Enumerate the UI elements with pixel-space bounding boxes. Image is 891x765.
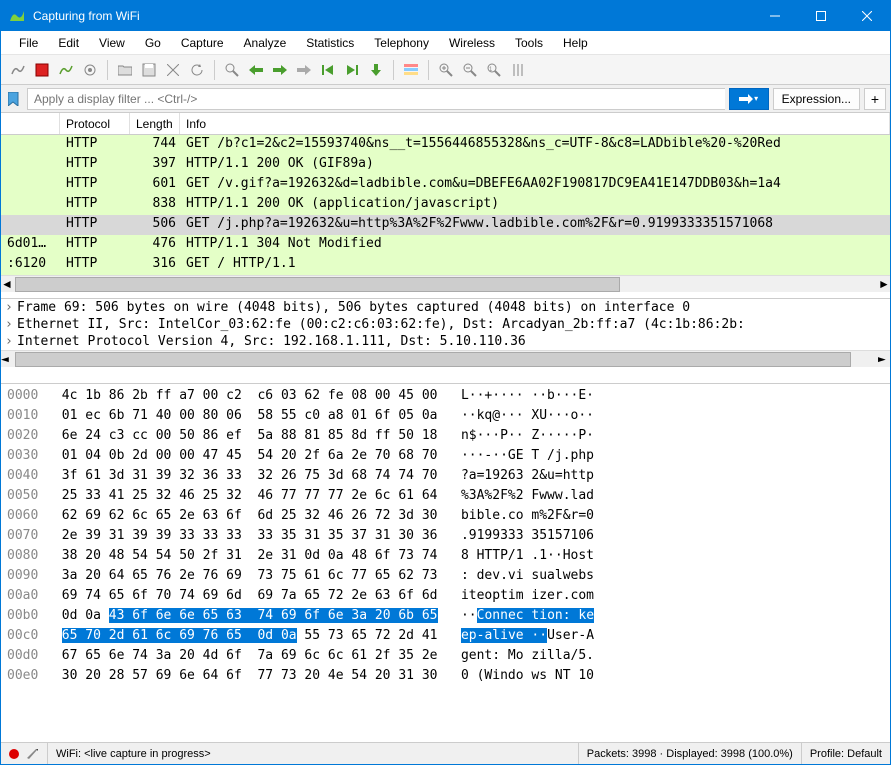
find-icon[interactable] xyxy=(221,59,243,81)
expression-button[interactable]: Expression... xyxy=(773,88,860,110)
expand-icon[interactable]: › xyxy=(5,334,17,349)
zoom-in-icon[interactable] xyxy=(435,59,457,81)
apply-filter-button[interactable]: ▾ xyxy=(729,88,769,110)
menu-file[interactable]: File xyxy=(9,33,48,53)
menu-statistics[interactable]: Statistics xyxy=(296,33,364,53)
zoom-reset-icon[interactable]: 1 xyxy=(483,59,505,81)
titlebar: Capturing from WiFi xyxy=(1,1,890,31)
start-capture-icon[interactable] xyxy=(7,59,29,81)
stop-capture-icon[interactable] xyxy=(31,59,53,81)
packet-row[interactable]: :6120HTTP316GET / HTTP/1.1 xyxy=(1,255,890,275)
menu-help[interactable]: Help xyxy=(553,33,598,53)
packet-row[interactable]: 6d01…HTTP476HTTP/1.1 304 Not Modified xyxy=(1,235,890,255)
capture-options-icon[interactable] xyxy=(79,59,101,81)
col-header-protocol[interactable]: Protocol xyxy=(60,113,130,134)
bookmark-filter-icon[interactable] xyxy=(5,90,23,108)
packet-row[interactable]: HTTP506GET /j.php?a=192632&u=http%3A%2F%… xyxy=(1,215,890,235)
packet-row[interactable]: HTTP601GET /v.gif?a=192632&d=ladbible.co… xyxy=(1,175,890,195)
status-packets: Packets: 3998 · Displayed: 3998 (100.0%) xyxy=(579,743,802,764)
packet-row[interactable]: HTTP838HTTP/1.1 200 OK (application/java… xyxy=(1,195,890,215)
menu-edit[interactable]: Edit xyxy=(48,33,89,53)
tree-row: ›Frame 69: 506 bytes on wire (4048 bits)… xyxy=(1,299,890,316)
open-file-icon[interactable] xyxy=(114,59,136,81)
packet-details-pane[interactable]: ›Frame 69: 506 bytes on wire (4048 bits)… xyxy=(1,299,890,384)
go-back-icon[interactable] xyxy=(245,59,267,81)
close-file-icon[interactable] xyxy=(162,59,184,81)
tree-row: ›Internet Protocol Version 4, Src: 192.1… xyxy=(1,333,890,350)
add-filter-button[interactable]: + xyxy=(864,88,886,110)
statusbar: WiFi: <live capture in progress> Packets… xyxy=(1,742,890,764)
colorize-icon[interactable] xyxy=(400,59,422,81)
capture-indicator[interactable] xyxy=(1,743,48,764)
menubar: File Edit View Go Capture Analyze Statis… xyxy=(1,31,890,55)
packet-list-header: Protocol Length Info xyxy=(1,113,890,135)
save-file-icon[interactable] xyxy=(138,59,160,81)
menu-view[interactable]: View xyxy=(89,33,135,53)
display-filter-input[interactable] xyxy=(27,88,725,110)
col-header-dst[interactable] xyxy=(1,113,60,134)
menu-telephony[interactable]: Telephony xyxy=(364,33,439,53)
menu-analyze[interactable]: Analyze xyxy=(234,33,297,53)
go-forward-icon[interactable] xyxy=(269,59,291,81)
maximize-button[interactable] xyxy=(798,1,844,31)
wireshark-icon xyxy=(9,8,25,24)
packet-row[interactable]: HTTP744GET /b?c1=2&c2=15593740&ns__t=155… xyxy=(1,135,890,155)
packet-row[interactable]: HTTP397HTTP/1.1 200 OK (GIF89a) xyxy=(1,155,890,175)
filter-bar: ▾ Expression... + xyxy=(1,85,890,113)
go-first-icon[interactable] xyxy=(317,59,339,81)
auto-scroll-icon[interactable] xyxy=(365,59,387,81)
packet-list-hscrollbar[interactable]: ◄► xyxy=(1,275,890,292)
col-header-length[interactable]: Length xyxy=(130,113,180,134)
expert-info-icon[interactable] xyxy=(25,747,39,761)
window-title: Capturing from WiFi xyxy=(33,9,752,23)
menu-tools[interactable]: Tools xyxy=(505,33,553,53)
minimize-button[interactable] xyxy=(752,1,798,31)
close-button[interactable] xyxy=(844,1,890,31)
expand-icon[interactable]: › xyxy=(5,317,17,332)
toolbar: 1 xyxy=(1,55,890,85)
menu-go[interactable]: Go xyxy=(135,33,171,53)
record-icon xyxy=(9,749,19,759)
restart-capture-icon[interactable] xyxy=(55,59,77,81)
zoom-out-icon[interactable] xyxy=(459,59,481,81)
menu-wireless[interactable]: Wireless xyxy=(439,33,505,53)
reload-icon[interactable] xyxy=(186,59,208,81)
go-to-packet-icon[interactable] xyxy=(293,59,315,81)
menu-capture[interactable]: Capture xyxy=(171,33,234,53)
col-header-info[interactable]: Info xyxy=(180,113,890,134)
tree-row: ›Ethernet II, Src: IntelCor_03:62:fe (00… xyxy=(1,316,890,333)
packet-list-pane: Protocol Length Info HTTP744GET /b?c1=2&… xyxy=(1,113,890,299)
status-profile[interactable]: Profile: Default xyxy=(802,743,890,764)
go-last-icon[interactable] xyxy=(341,59,363,81)
packet-rows[interactable]: HTTP744GET /b?c1=2&c2=15593740&ns__t=155… xyxy=(1,135,890,275)
resize-columns-icon[interactable] xyxy=(507,59,529,81)
status-capture-text: WiFi: <live capture in progress> xyxy=(48,743,579,764)
details-hscrollbar[interactable]: ◄► xyxy=(1,350,890,367)
packet-bytes-pane[interactable]: 0000 4c 1b 86 2b ff a7 00 c2 c6 03 62 fe… xyxy=(1,384,890,742)
expand-icon[interactable]: › xyxy=(5,300,17,315)
